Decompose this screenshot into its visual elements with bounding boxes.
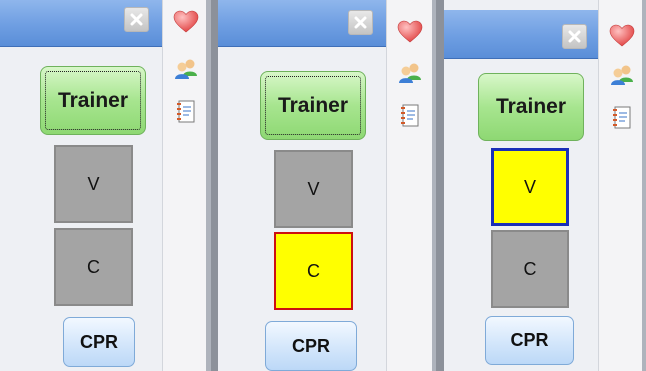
- cpr-button[interactable]: CPR: [63, 317, 135, 367]
- window-titlebar: [444, 10, 598, 59]
- users-icon[interactable]: [610, 64, 634, 86]
- side-toolbar-2: [386, 0, 433, 371]
- trainer-button[interactable]: Trainer: [260, 71, 366, 140]
- close-button[interactable]: [348, 10, 373, 35]
- cpr-button-label: CPR: [510, 330, 549, 350]
- panel-edge: [642, 0, 646, 371]
- trainer-panel-2: Trainer V C CPR: [218, 0, 386, 371]
- window-titlebar: [0, 0, 162, 47]
- v-indicator[interactable]: V: [274, 150, 353, 228]
- c-indicator[interactable]: C: [274, 232, 353, 310]
- panel-divider: [436, 0, 444, 371]
- trainer-button-label: Trainer: [277, 93, 349, 117]
- close-icon: [568, 30, 581, 43]
- side-toolbar-3: [598, 0, 643, 371]
- v-indicator[interactable]: V: [54, 145, 133, 223]
- notepad-icon[interactable]: [176, 100, 196, 124]
- cpr-button[interactable]: CPR: [265, 321, 357, 371]
- c-indicator[interactable]: C: [491, 230, 569, 308]
- c-indicator-label: C: [87, 256, 100, 277]
- v-indicator-label: V: [523, 176, 536, 197]
- trainer-button[interactable]: Trainer: [40, 66, 146, 135]
- users-icon[interactable]: [174, 58, 198, 80]
- c-indicator-label: C: [523, 258, 537, 279]
- trainer-panel-3: Trainer V C CPR: [444, 0, 598, 371]
- notepad-icon[interactable]: [612, 106, 632, 130]
- close-button[interactable]: [124, 7, 149, 32]
- close-button[interactable]: [562, 24, 587, 49]
- panel-divider: [211, 0, 218, 371]
- trainer-button-label: Trainer: [495, 95, 567, 118]
- cpr-button[interactable]: CPR: [485, 316, 574, 365]
- c-indicator-label: C: [307, 260, 320, 281]
- v-indicator-label: V: [87, 173, 100, 194]
- heart-icon[interactable]: [173, 10, 199, 34]
- window-titlebar: [218, 0, 386, 47]
- c-indicator[interactable]: C: [54, 228, 133, 306]
- cpr-button-label: CPR: [79, 331, 118, 352]
- heart-icon[interactable]: [397, 20, 423, 44]
- heart-icon[interactable]: [609, 24, 635, 48]
- v-indicator[interactable]: V: [491, 148, 569, 226]
- cpr-button-label: CPR: [291, 335, 330, 356]
- trainer-button-label: Trainer: [57, 88, 129, 112]
- v-indicator-label: V: [307, 178, 320, 199]
- side-toolbar-1: [162, 0, 207, 371]
- users-icon[interactable]: [398, 62, 422, 84]
- trainer-panel-1: Trainer V C CPR: [0, 0, 162, 371]
- close-icon: [130, 13, 143, 26]
- trainer-button[interactable]: Trainer: [478, 73, 584, 141]
- close-icon: [354, 16, 367, 29]
- notepad-icon[interactable]: [400, 104, 420, 128]
